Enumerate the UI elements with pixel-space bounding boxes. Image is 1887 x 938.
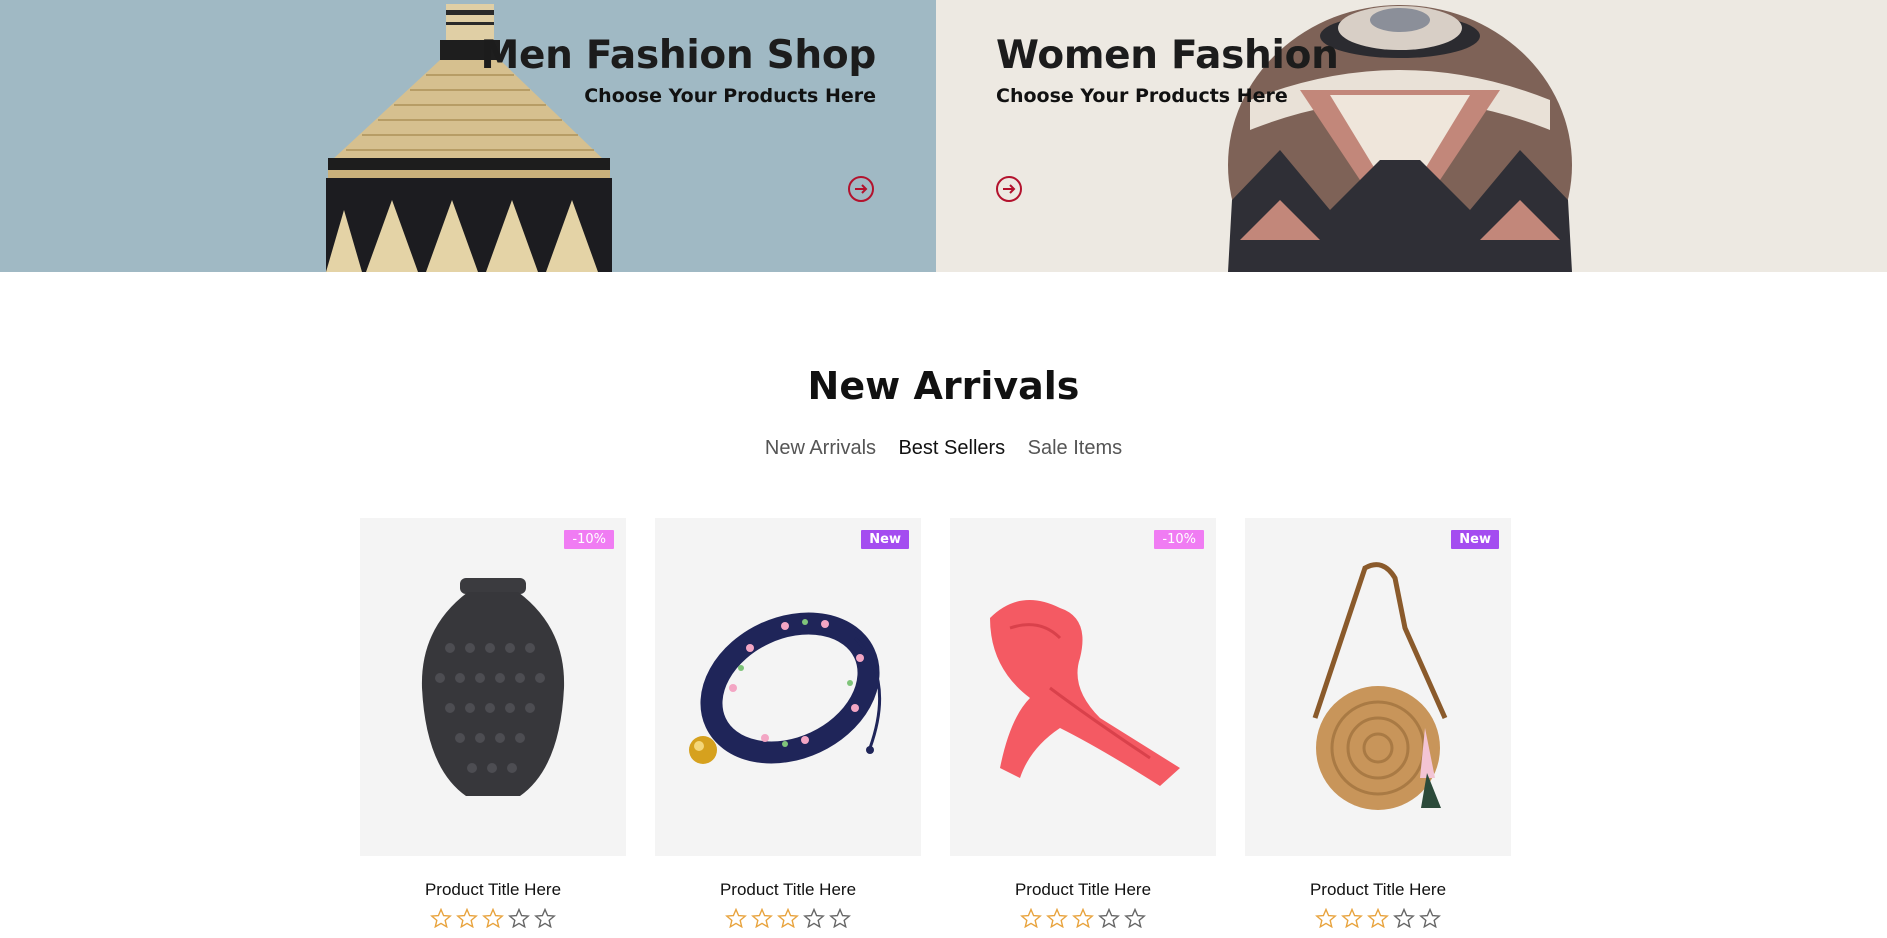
star-icon bbox=[751, 908, 773, 928]
women-fashion-banner[interactable]: Women Fashion Choose Your Products Here bbox=[936, 0, 1887, 272]
star-icon bbox=[1124, 908, 1146, 928]
black-vase-image bbox=[421, 578, 565, 796]
product-image[interactable]: -10% bbox=[360, 518, 626, 856]
star-icon bbox=[1098, 908, 1120, 928]
product-rating bbox=[360, 908, 626, 932]
men-fashion-banner[interactable]: Men Fashion Shop Choose Your Products He… bbox=[0, 0, 936, 272]
product-card[interactable]: New Product Title Here bbox=[1245, 518, 1511, 928]
discount-badge: -10% bbox=[1154, 530, 1204, 549]
floral-collar-image bbox=[689, 612, 882, 764]
tab-new-arrivals[interactable]: New Arrivals bbox=[765, 437, 876, 460]
arrow-right-circle-icon[interactable] bbox=[848, 176, 874, 202]
star-icon bbox=[430, 908, 452, 928]
product-rating bbox=[655, 908, 921, 932]
men-banner-subtitle: Choose Your Products Here bbox=[584, 85, 876, 107]
product-rating bbox=[950, 908, 1216, 932]
product-title[interactable]: Product Title Here bbox=[360, 880, 626, 900]
star-icon bbox=[1419, 908, 1441, 928]
product-title[interactable]: Product Title Here bbox=[950, 880, 1216, 900]
product-grid: -10% Product Title Here New Product Titl… bbox=[360, 518, 1512, 938]
arrow-right-circle-icon[interactable] bbox=[996, 176, 1022, 202]
section-title: New Arrivals bbox=[807, 364, 1080, 408]
rattan-bag-image bbox=[1312, 562, 1448, 810]
women-banner-subtitle: Choose Your Products Here bbox=[996, 85, 1288, 107]
product-filter-tabs: New Arrivals Best Sellers Sale Items bbox=[0, 437, 1887, 460]
product-title[interactable]: Product Title Here bbox=[1245, 880, 1511, 900]
category-banners: Men Fashion Shop Choose Your Products He… bbox=[0, 0, 1887, 272]
star-icon bbox=[534, 908, 556, 928]
star-icon bbox=[1020, 908, 1042, 928]
star-icon bbox=[1341, 908, 1363, 928]
star-icon bbox=[1393, 908, 1415, 928]
star-icon bbox=[725, 908, 747, 928]
star-icon bbox=[508, 908, 530, 928]
star-icon bbox=[803, 908, 825, 928]
men-banner-title: Men Fashion Shop bbox=[480, 33, 876, 78]
star-icon bbox=[482, 908, 504, 928]
star-icon bbox=[1315, 908, 1337, 928]
product-image[interactable]: New bbox=[655, 518, 921, 856]
star-icon bbox=[1072, 908, 1094, 928]
tab-sale-items[interactable]: Sale Items bbox=[1028, 437, 1122, 460]
star-icon bbox=[456, 908, 478, 928]
star-icon bbox=[829, 908, 851, 928]
new-badge: New bbox=[861, 530, 909, 549]
product-card[interactable]: -10% Product Title Here bbox=[950, 518, 1216, 928]
product-image[interactable]: New bbox=[1245, 518, 1511, 856]
red-scarf-image bbox=[990, 600, 1180, 786]
star-icon bbox=[1367, 908, 1389, 928]
star-icon bbox=[777, 908, 799, 928]
product-card[interactable]: New Product Title Here bbox=[655, 518, 921, 928]
tab-best-sellers[interactable]: Best Sellers bbox=[898, 437, 1005, 460]
product-rating bbox=[1245, 908, 1511, 932]
product-title[interactable]: Product Title Here bbox=[655, 880, 921, 900]
star-icon bbox=[1046, 908, 1068, 928]
product-card[interactable]: -10% Product Title Here bbox=[360, 518, 626, 928]
discount-badge: -10% bbox=[564, 530, 614, 549]
new-badge: New bbox=[1451, 530, 1499, 549]
product-image[interactable]: -10% bbox=[950, 518, 1216, 856]
women-banner-title: Women Fashion bbox=[996, 33, 1339, 78]
